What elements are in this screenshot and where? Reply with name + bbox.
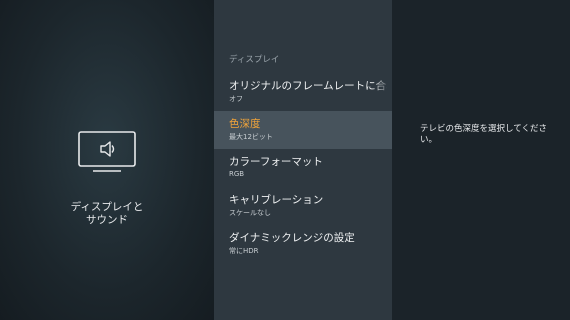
help-panel: テレビの色深度を選択してください。 <box>392 0 570 320</box>
menu-item-value: RGB <box>229 170 245 178</box>
menu-item-color-depth[interactable]: 色深度 最大12ビット <box>214 111 392 149</box>
menu-item-value: 最大12ビット <box>229 133 273 141</box>
menu-item-label: カラーフォーマット <box>229 156 323 168</box>
tv-speaker-icon <box>78 131 136 172</box>
menu-item-value: オフ <box>229 95 243 103</box>
menu-item-label: オリジナルのフレームレートに合わせる <box>229 80 387 92</box>
menu-item-value: スケールなし <box>229 209 271 217</box>
text-fade <box>372 73 392 111</box>
menu-item-label: 色深度 <box>229 118 261 130</box>
menu-item-dynamic-range[interactable]: ダイナミックレンジの設定 常にHDR <box>214 225 392 263</box>
menu-item-label: ダイナミックレンジの設定 <box>229 232 355 244</box>
menu-item-value: 常にHDR <box>229 247 259 255</box>
settings-menu: ディスプレイ オリジナルのフレームレートに合わせる オフ 色深度 最大12ビット… <box>214 0 392 320</box>
menu-item-calibration[interactable]: キャリブレーション スケールなし <box>214 187 392 225</box>
menu-item-label: キャリブレーション <box>229 194 324 206</box>
menu-item-color-format[interactable]: カラーフォーマット RGB <box>214 149 392 187</box>
category-caption: ディスプレイと サウンド <box>70 201 144 226</box>
section-title: ディスプレイ <box>229 55 280 65</box>
menu-item-frame-rate[interactable]: オリジナルのフレームレートに合わせる オフ <box>214 73 392 111</box>
category-panel: ディスプレイと サウンド <box>0 0 214 320</box>
help-text: テレビの色深度を選択してください。 <box>420 124 547 145</box>
